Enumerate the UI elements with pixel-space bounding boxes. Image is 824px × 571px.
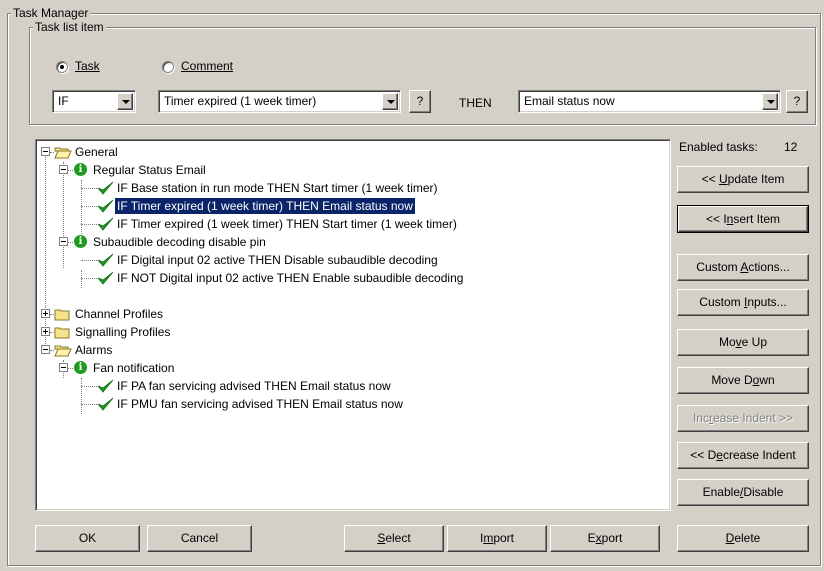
- checkmark-icon: [97, 271, 114, 285]
- condition-combo-value: Timer expired (1 week timer): [164, 94, 317, 108]
- open-folder-icon: [54, 147, 72, 159]
- tree-label-task: IF Digital input 02 active THEN Disable …: [117, 253, 438, 267]
- collapse-icon[interactable]: [59, 237, 68, 246]
- folder-icon: [54, 327, 70, 339]
- custom-actions-button[interactable]: Custom Actions...: [677, 254, 809, 281]
- move-down-button[interactable]: Move Down: [677, 367, 809, 394]
- radio-comment[interactable]: [162, 61, 174, 73]
- tree-label-task: IF Timer expired (1 week timer) THEN Sta…: [117, 217, 457, 231]
- folder-icon: [54, 309, 70, 321]
- insert-item-button[interactable]: << Insert Item: [677, 205, 809, 233]
- tree-task-item[interactable]: IF PMU fan servicing advised THEN Email …: [36, 395, 636, 413]
- condition-help-button[interactable]: ?: [409, 90, 431, 113]
- tree-label-fan-notification: Fan notification: [93, 361, 175, 375]
- expand-icon[interactable]: [41, 327, 50, 336]
- action-combo[interactable]: Email status now: [518, 90, 781, 113]
- tree-label-task: IF NOT Digital input 02 active THEN Enab…: [117, 271, 464, 285]
- export-button[interactable]: Export: [550, 525, 660, 552]
- tree-label-channel-profiles: Channel Profiles: [75, 307, 164, 321]
- tree-node-alarms[interactable]: Alarms: [36, 341, 636, 359]
- condition-combo-arrow-icon[interactable]: [382, 93, 398, 110]
- increase-indent-button[interactable]: Increase Indent >>: [677, 405, 809, 432]
- if-combo-value: IF: [58, 94, 69, 108]
- if-combo[interactable]: IF: [52, 90, 136, 113]
- tree-label-alarms: Alarms: [75, 343, 113, 357]
- tree-task-item[interactable]: IF Base station in run mode THEN Start t…: [36, 179, 636, 197]
- enable-disable-button[interactable]: Enable/Disable: [677, 479, 809, 506]
- task-tree[interactable]: General i Regular Status Email IF Base s…: [35, 139, 671, 511]
- enabled-tasks-label: Enabled tasks:: [679, 140, 758, 154]
- tree-node-channel-profiles[interactable]: Channel Profiles: [36, 305, 636, 323]
- delete-button[interactable]: Delete: [677, 525, 809, 552]
- open-folder-icon: [54, 345, 72, 357]
- ok-button[interactable]: OK: [35, 525, 140, 552]
- tree-label-general: General: [75, 145, 118, 159]
- expand-icon[interactable]: [41, 309, 50, 318]
- task-list-item-title: Task list item: [33, 20, 106, 34]
- radio-task-label[interactable]: Task: [75, 59, 100, 73]
- if-combo-arrow-icon[interactable]: [117, 93, 133, 110]
- cancel-button[interactable]: Cancel: [147, 525, 252, 552]
- tree-label-task: IF PA fan servicing advised THEN Email s…: [117, 379, 391, 393]
- tree-node-subaudible-pin[interactable]: i Subaudible decoding disable pin: [36, 233, 636, 251]
- action-combo-value: Email status now: [524, 94, 615, 108]
- checkmark-icon: [97, 379, 114, 393]
- tree-label-signalling-profiles: Signalling Profiles: [75, 325, 171, 339]
- tree-task-item[interactable]: IF Digital input 02 active THEN Disable …: [36, 251, 636, 269]
- tree-task-item-selected[interactable]: IF Timer expired (1 week timer) THEN Ema…: [36, 197, 636, 215]
- tree-label-task: IF PMU fan servicing advised THEN Email …: [117, 397, 403, 411]
- import-button[interactable]: Import: [447, 525, 547, 552]
- then-label: THEN: [459, 96, 492, 110]
- checkmark-icon: [97, 253, 114, 267]
- tree-label-task: IF Base station in run mode THEN Start t…: [117, 181, 438, 195]
- collapse-icon[interactable]: [41, 345, 50, 354]
- collapse-icon[interactable]: [59, 165, 68, 174]
- select-button[interactable]: Select: [344, 525, 444, 552]
- collapse-icon[interactable]: [41, 147, 50, 156]
- checkmark-icon: [97, 397, 114, 411]
- action-combo-arrow-icon[interactable]: [762, 93, 778, 110]
- info-icon: i: [74, 361, 87, 374]
- tree-node-signalling-profiles[interactable]: Signalling Profiles: [36, 323, 636, 341]
- tree-label-subaudible-pin: Subaudible decoding disable pin: [93, 235, 266, 249]
- tree-task-item[interactable]: IF Timer expired (1 week timer) THEN Sta…: [36, 215, 636, 233]
- radio-task[interactable]: [56, 61, 68, 73]
- condition-combo[interactable]: Timer expired (1 week timer): [158, 90, 401, 113]
- tree-node-general[interactable]: General: [36, 143, 636, 161]
- move-up-button[interactable]: Move Up: [677, 329, 809, 356]
- info-icon: i: [74, 235, 87, 248]
- decrease-indent-button[interactable]: << Decrease Indent: [677, 442, 809, 469]
- collapse-icon[interactable]: [59, 363, 68, 372]
- checkmark-icon: [97, 217, 114, 231]
- enabled-tasks-count: 12: [784, 140, 798, 154]
- update-item-button[interactable]: << Update Item: [677, 166, 809, 193]
- checkmark-icon: [97, 181, 114, 195]
- tree-task-item[interactable]: IF PA fan servicing advised THEN Email s…: [36, 377, 636, 395]
- action-help-button[interactable]: ?: [786, 90, 808, 113]
- tree-label-regular-status-email: Regular Status Email: [93, 163, 206, 177]
- radio-comment-label[interactable]: Comment: [181, 59, 233, 73]
- tree-node-fan-notification[interactable]: i Fan notification: [36, 359, 636, 377]
- checkmark-icon: [97, 199, 114, 213]
- task-manager-title: Task Manager: [11, 6, 91, 20]
- tree-task-item[interactable]: IF NOT Digital input 02 active THEN Enab…: [36, 269, 636, 287]
- tree-node-regular-status-email[interactable]: i Regular Status Email: [36, 161, 636, 179]
- custom-inputs-button[interactable]: Custom Inputs...: [677, 289, 809, 316]
- info-icon: i: [74, 163, 87, 176]
- tree-label-task: IF Timer expired (1 week timer) THEN Ema…: [114, 197, 416, 215]
